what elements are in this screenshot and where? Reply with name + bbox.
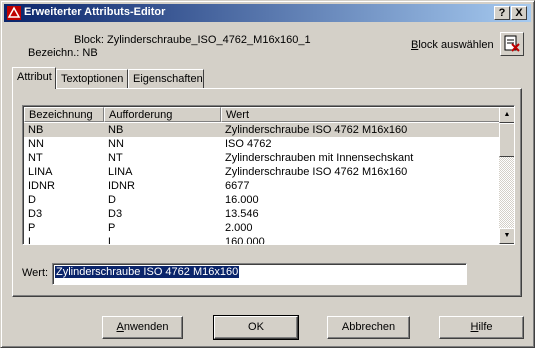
cell-bezeichnung: IDNR [28, 180, 55, 192]
cell-aufforderung: IDNR [108, 180, 135, 192]
cell-bezeichnung: D [28, 194, 36, 206]
cell-wert: 2.000 [225, 222, 253, 234]
attribute-editor-window: Erweiterter Attributs-Editor ? X Block: … [0, 0, 535, 348]
cell-bezeichnung: LINA [28, 166, 53, 178]
cell-aufforderung: NT [108, 152, 123, 164]
value-label: Wert: [22, 267, 49, 279]
block-name-label: Block: Zylinderschraube_ISO_4762_M16x160… [74, 34, 311, 46]
close-button[interactable]: X [511, 6, 527, 20]
cell-aufforderung: LINA [108, 166, 133, 178]
cell-bezeichnung: P [28, 222, 36, 234]
table-row[interactable]: IDNR IDNR 6677 [24, 179, 500, 193]
help-button[interactable]: Hilfe [439, 316, 524, 339]
table-row[interactable]: L L 160.000 [24, 235, 500, 245]
table-row[interactable]: NT NT Zylinderschrauben mit Innensechskant [24, 151, 500, 165]
arrow-up-icon[interactable]: ▲ [499, 107, 514, 123]
cell-bezeichnung: L [28, 236, 35, 245]
cell-wert: 16.000 [225, 194, 259, 206]
autocad-app-icon [6, 5, 22, 21]
value-input[interactable]: Zylinderschraube ISO 4762 M16x160 [52, 263, 467, 285]
cell-wert: Zylinderschrauben mit Innensechskant [225, 152, 414, 164]
cell-aufforderung: NN [108, 138, 124, 150]
attribute-list[interactable]: Bezeichnung Aufforderung Wert NB NB Zylind… [22, 105, 515, 245]
cell-aufforderung: L [108, 236, 115, 245]
column-header-aufforderung[interactable]: Aufforderung [104, 107, 221, 122]
scrollbar-thumb[interactable] [499, 123, 514, 157]
cell-aufforderung: D [108, 194, 116, 206]
tab-textoptionen[interactable]: Textoptionen [56, 69, 128, 88]
cell-bezeichnung: NT [28, 152, 43, 164]
ok-button[interactable]: OK [213, 315, 299, 340]
tag-label: Bezeichn.: NB [28, 47, 98, 59]
title-bar[interactable]: Erweiterter Attributs-Editor ? X [4, 4, 531, 22]
table-row[interactable]: D3 D3 13.546 [24, 207, 500, 221]
select-block-icon [501, 35, 523, 58]
cell-wert: Zylinderschraube ISO 4762 M16x160 [225, 123, 408, 137]
cell-wert: 160.000 [225, 236, 265, 245]
help-title-button[interactable]: ? [494, 6, 510, 20]
cell-wert: 13.546 [225, 208, 259, 220]
block-select-label[interactable]: Block auswählen [411, 39, 494, 51]
table-row[interactable]: NB NB Zylinderschraube ISO 4762 M16x160 [24, 123, 500, 137]
list-scrollbar[interactable]: ▲ ▼ [499, 107, 514, 244]
cell-bezeichnung: D3 [28, 208, 43, 220]
table-row[interactable]: NN NN ISO 4762 [24, 137, 500, 151]
apply-button[interactable]: Anwenden [102, 316, 183, 339]
cell-aufforderung: NB [108, 124, 124, 136]
cell-wert: 6677 [225, 180, 250, 192]
tab-attribut[interactable]: Attribut [12, 67, 56, 89]
table-row[interactable]: D D 16.000 [24, 193, 500, 207]
cell-aufforderung: D3 [108, 208, 123, 220]
column-header-wert[interactable]: Wert [221, 107, 500, 122]
table-row[interactable]: LINA LINA Zylinderschraube ISO 4762 M16x16… [24, 165, 500, 179]
cell-aufforderung: P [108, 222, 116, 234]
table-row[interactable]: P P 2.000 [24, 221, 500, 235]
cell-bezeichnung: NN [28, 138, 44, 150]
cell-wert: ISO 4762 [225, 138, 272, 150]
column-header-bezeichnung[interactable]: Bezeichnung [24, 107, 104, 122]
tab-eigenschaften[interactable]: Eigenschaften [128, 69, 204, 88]
window-title: Erweiterter Attributs-Editor [24, 6, 166, 18]
cell-wert: Zylinderschraube ISO 4762 M16x160 [225, 166, 408, 178]
select-block-button[interactable] [500, 32, 524, 56]
cell-bezeichnung: NB [28, 124, 44, 136]
cancel-button[interactable]: Abbrechen [327, 316, 410, 339]
arrow-down-icon[interactable]: ▼ [499, 228, 514, 244]
